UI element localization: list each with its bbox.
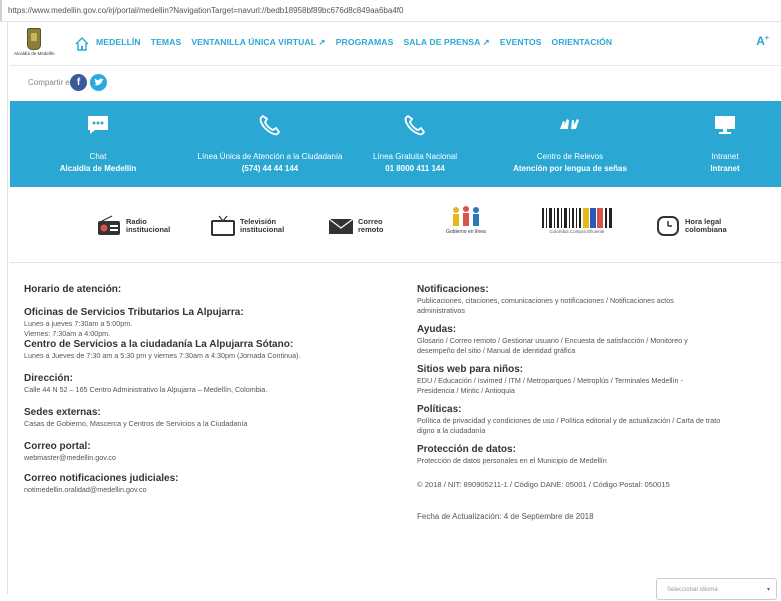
direccion-line1: Calle 44 N 52 – 165 Centro Administrativ… xyxy=(24,385,268,394)
contact-centro-relevos[interactable]: Centro de Relevos Atención por lengua de… xyxy=(500,101,640,187)
politicas-line1[interactable]: Política de privacidad y condiciones de … xyxy=(417,416,781,426)
address-bar[interactable]: https://www.medellin.gov.co/irj/portal/m… xyxy=(0,0,781,22)
centro-title: Centro de Servicios a la ciudadanía La A… xyxy=(24,339,294,350)
correo-portal-email[interactable]: webmaster@medellin.gov.co xyxy=(24,453,384,463)
media-gobierno-en-linea[interactable]: Gobierno en línea xyxy=(446,205,486,245)
contact-intranet[interactable]: Intranet Intranet xyxy=(700,101,750,187)
ayudas-line1[interactable]: Glosario / Correo remoto / Gestionar usu… xyxy=(417,336,781,346)
contact-centro-relevos-line2: Atención por lengua de señas xyxy=(513,164,627,173)
url-text: https://www.medellin.gov.co/irj/portal/m… xyxy=(8,6,404,15)
contact-intranet-line1: Intranet xyxy=(711,152,739,161)
sitios-ninos-title: Sitios web para niños: xyxy=(417,364,524,375)
contact-chat-line2: Alcaldía de Medellín xyxy=(59,164,137,173)
nav-item-medellin[interactable]: MEDELLÍN xyxy=(96,37,141,48)
tv-icon xyxy=(211,215,235,236)
contact-linea-gratuita-line1: Línea Gratuita Nacional xyxy=(372,152,458,161)
radio-icon xyxy=(98,215,120,235)
media-tv[interactable]: Televisión institucional xyxy=(210,212,284,240)
contact-linea-gratuita[interactable]: Línea Gratuita Nacional 01 8000 411 144 xyxy=(355,101,475,187)
nav-item-ventanilla[interactable]: VENTANILLA ÚNICA VIRTUAL ↗ xyxy=(191,37,325,48)
sedes-title: Sedes externas: xyxy=(24,407,101,418)
notificaciones-title: Notificaciones: xyxy=(417,284,489,295)
direccion-title: Dirección: xyxy=(24,373,73,384)
nav-item-eventos[interactable]: EVENTOS xyxy=(500,37,542,48)
colombia-compra-logo xyxy=(540,207,614,229)
notificaciones-line2[interactable]: administrativos xyxy=(417,306,781,316)
correo-portal-title: Correo portal: xyxy=(24,441,91,452)
notificaciones-line1[interactable]: Publicaciones, citaciones, comunicacione… xyxy=(417,296,781,306)
media-correo[interactable]: Correo remoto xyxy=(328,212,383,240)
logo-text: Alcaldía de Medellín xyxy=(14,51,55,56)
contact-linea-gratuita-line2: 01 8000 411 144 xyxy=(385,164,445,173)
copyright-text: © 2018 / NIT: 890905211-1 / Código DANE:… xyxy=(417,480,670,489)
twitter-icon[interactable] xyxy=(90,74,107,91)
media-tv-label: Televisión institucional xyxy=(240,217,285,234)
media-links: Radio institucional Televisión instituci… xyxy=(10,187,781,263)
sitios-ninos-line2[interactable]: Presidencia / Mintic / Antioquia xyxy=(417,386,781,396)
correo-judiciales-title: Correo notificaciones judiciales: xyxy=(24,473,179,484)
ayudas-title: Ayudas: xyxy=(417,324,457,335)
page-left-border xyxy=(7,22,8,594)
accessibility-plus: + xyxy=(764,35,769,42)
coat-of-arms-icon xyxy=(27,28,41,50)
share-bar: Compartir en: f xyxy=(10,66,781,101)
chevron-down-icon: ▾ xyxy=(766,587,770,593)
footer-left-column: Horario de atención: Oficinas de Servici… xyxy=(24,284,384,495)
contact-intranet-line2: Intranet xyxy=(710,164,740,173)
media-radio-label: Radio institucional xyxy=(126,217,171,234)
alcaldia-logo[interactable]: Alcaldía de Medellín xyxy=(14,28,55,60)
oficinas-title: Oficinas de Servicios Tributarios La Alp… xyxy=(24,307,244,318)
window-edge xyxy=(0,0,2,21)
horario-title: Horario de atención: xyxy=(24,284,122,295)
contact-centro-relevos-line1: Centro de Relevos xyxy=(536,152,604,161)
fecha-actualizacion: Fecha de Actualización: 4 de Septiembre … xyxy=(417,512,594,521)
correo-judiciales-email[interactable]: notimedellin.oralidad@medellin.gov.co xyxy=(24,485,384,495)
sign-language-icon xyxy=(560,119,579,129)
accessibility-button[interactable]: A+ xyxy=(756,34,769,48)
nav-item-programas[interactable]: PROGRAMAS xyxy=(336,37,394,48)
nav-menu: MEDELLÍN TEMAS VENTANILLA ÚNICA VIRTUAL … xyxy=(96,37,622,48)
phone-icon xyxy=(259,114,281,136)
contact-band: Chat Alcaldía de Medellín Línea Única de… xyxy=(10,101,781,187)
chat-icon xyxy=(88,116,108,134)
monitor-icon xyxy=(715,116,735,134)
contact-chat-line1: Chat xyxy=(89,152,107,161)
sitios-ninos-line1[interactable]: EDU / Educación / Isvimed / ITM / Metrop… xyxy=(417,376,781,386)
facebook-icon[interactable]: f xyxy=(70,74,87,91)
phone-icon xyxy=(404,114,426,136)
main-navigation: Alcaldía de Medellín MEDELLÍN TEMAS VENT… xyxy=(10,22,781,66)
clock-icon xyxy=(657,216,679,236)
proteccion-datos-title: Protección de datos: xyxy=(417,444,516,455)
gobierno-en-linea-label: Gobierno en línea xyxy=(446,229,486,235)
contact-linea-unica-line2: (574) 44 44 144 xyxy=(241,164,299,173)
nav-item-orientacion[interactable]: ORIENTACIÓN xyxy=(552,37,613,48)
media-colombia-compra[interactable]: Colombia Compra Eficiente xyxy=(540,207,614,247)
contact-chat[interactable]: Chat Alcaldía de Medellín xyxy=(58,101,138,187)
contact-linea-unica[interactable]: Línea Única de Atención a la Ciudadanía … xyxy=(180,101,360,187)
mail-icon xyxy=(328,218,354,234)
politicas-line2[interactable]: digno a la ciudadanía xyxy=(417,426,781,436)
media-hora-legal-label: Hora legal colombiana xyxy=(685,217,727,234)
politicas-title: Políticas: xyxy=(417,404,462,415)
nav-item-sala-de-prensa[interactable]: SALA DE PRENSA ↗ xyxy=(403,37,489,48)
colombia-compra-label: Colombia Compra Eficiente xyxy=(549,229,605,234)
media-correo-label: Correo remoto xyxy=(358,217,384,234)
nav-item-temas[interactable]: TEMAS xyxy=(151,37,182,48)
gobierno-en-linea-logo xyxy=(452,206,479,226)
accessibility-label: A xyxy=(756,34,765,48)
language-select-placeholder: Seleccionar idioma xyxy=(667,587,718,593)
home-icon[interactable] xyxy=(74,36,90,52)
media-hora-legal[interactable]: Hora legal colombiana xyxy=(655,212,727,240)
ayudas-line2[interactable]: desempeño del sitio / Manual de identida… xyxy=(417,346,781,356)
language-select[interactable]: Seleccionar idioma ▾ xyxy=(656,578,777,600)
contact-linea-unica-line1: Línea Única de Atención a la Ciudadanía xyxy=(197,152,343,161)
oficinas-line1: Lunes a jueves 7:30am a 5:00pm. xyxy=(24,319,133,328)
media-radio[interactable]: Radio institucional xyxy=(96,212,170,240)
oficinas-line2: Viernes: 7:30am a 4:00pm. xyxy=(24,329,111,338)
footer-right-column: Notificaciones: Publicaciones, citacione… xyxy=(417,284,781,522)
sedes-line1[interactable]: Casas de Gobierno, Mascerca y Centros de… xyxy=(24,419,384,429)
proteccion-datos-line1[interactable]: Protección de datos personales en el Mun… xyxy=(417,456,781,466)
centro-line1: Lunes a Jueves de 7:30 am a 5:30 pm y vi… xyxy=(24,351,301,360)
